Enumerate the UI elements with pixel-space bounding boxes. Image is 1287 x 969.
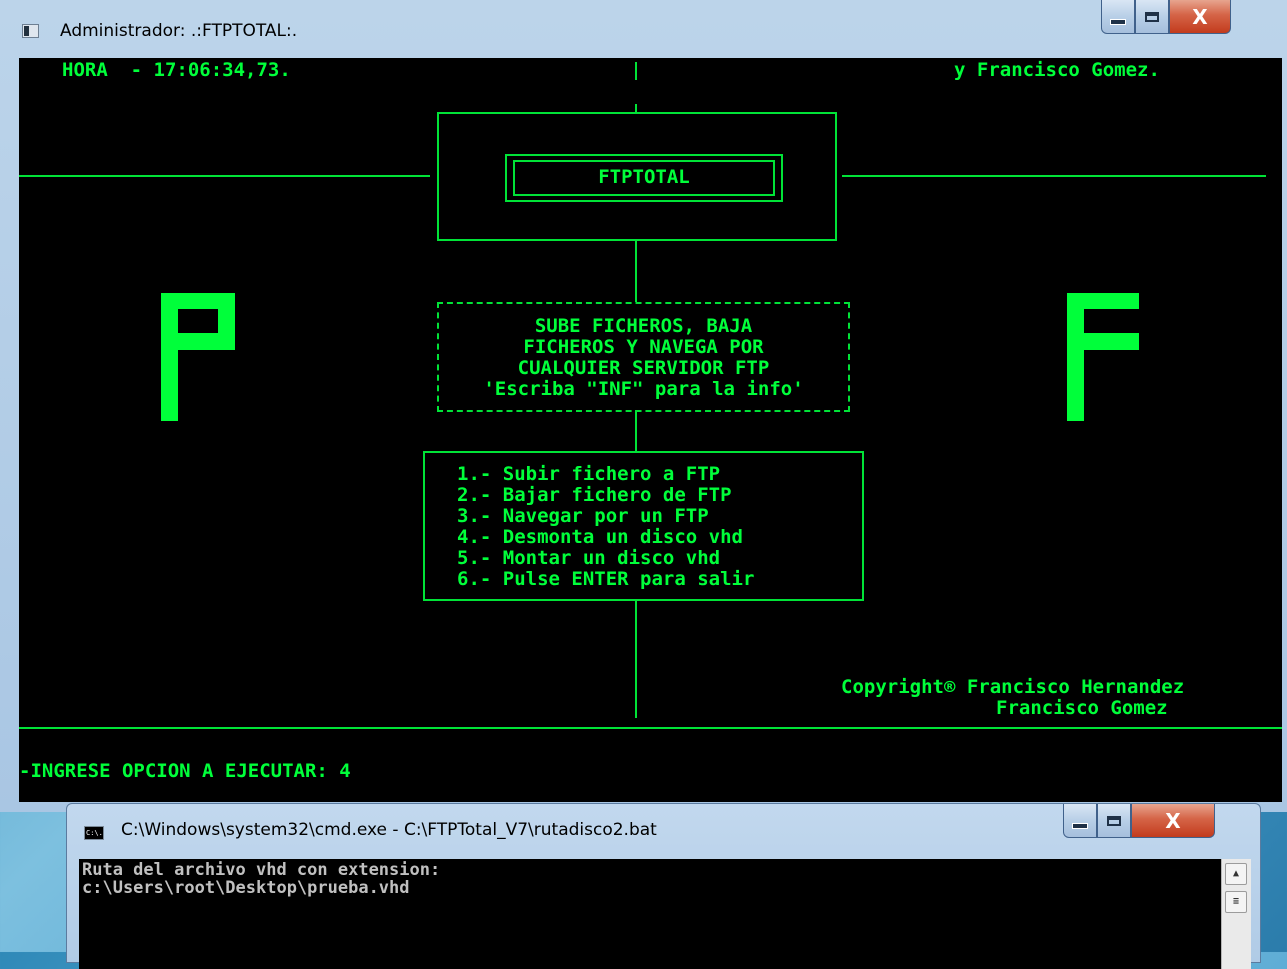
description-line: 'Escriba "INF" para la info' (483, 378, 804, 400)
cmd-window-title: C:\Windows\system32\cmd.exe - C:\FTPTota… (121, 820, 657, 840)
maximize-icon (1107, 815, 1121, 826)
maximize-icon (1145, 11, 1159, 22)
minimize-icon (1072, 822, 1088, 829)
main-window: Administrador: .:FTPTOTAL:. X HORA - 17:… (0, 0, 1287, 812)
divider-line (635, 600, 637, 718)
command-prompt[interactable]: -INGRESE OPCION A EJECUTAR: 4 (19, 761, 351, 782)
cmd-icon[interactable]: C:\. (84, 826, 104, 840)
divider-line (19, 727, 1282, 729)
letter-stroke (161, 293, 178, 421)
menu-item-4[interactable]: 4.- Desmonta un disco vhd (457, 527, 743, 548)
letter-stroke (1067, 333, 1139, 350)
banner-title: FTPTOTAL (598, 166, 690, 188)
copyright-line-2: Francisco Gomez (996, 697, 1168, 719)
scroll-thumb[interactable]: ≡ (1225, 891, 1247, 913)
description-line: SUBE FICHEROS, BAJA (534, 315, 753, 337)
minimize-icon (1110, 18, 1126, 25)
console-line: c:\Users\root\Desktop\prueba.vhd (82, 878, 410, 898)
main-titlebar[interactable]: Administrador: .:FTPTOTAL:. X (0, 0, 1287, 58)
console-window-icon[interactable] (22, 24, 39, 38)
clock-text: HORA - 17:06:34,73. (62, 59, 291, 81)
divider-line (635, 104, 637, 112)
close-icon: X (1192, 4, 1208, 29)
copyright-line-1: Copyright® Francisco Hernandez (841, 676, 1185, 698)
cmd-window: C:\. C:\Windows\system32\cmd.exe - C:\FT… (66, 803, 1261, 969)
scroll-up-button[interactable]: ▲ (1225, 863, 1247, 885)
close-button[interactable]: X (1131, 804, 1215, 838)
menu-item-2[interactable]: 2.- Bajar fichero de FTP (457, 485, 732, 506)
maximize-button[interactable] (1097, 804, 1131, 838)
minimize-button[interactable] (1063, 804, 1097, 838)
letter-stroke (161, 333, 235, 350)
description-line: CUALQUIER SERVIDOR FTP (517, 357, 770, 379)
main-window-title: Administrador: .:FTPTOTAL:. (60, 21, 298, 41)
letter-stroke (1067, 293, 1084, 421)
letter-stroke (1067, 293, 1139, 309)
divider-line (635, 240, 637, 302)
divider-line (635, 62, 637, 80)
close-button[interactable]: X (1169, 0, 1231, 34)
main-window-controls: X (1101, 0, 1231, 36)
close-icon: X (1165, 808, 1181, 833)
description-line: FICHEROS Y NAVEGA POR (523, 336, 764, 358)
menu-item-6[interactable]: 6.- Pulse ENTER para salir (457, 569, 754, 590)
cmd-window-controls: X (1063, 804, 1215, 840)
console-screen[interactable]: HORA - 17:06:34,73. y Francisco Gomez. F… (19, 58, 1282, 802)
minimize-button[interactable] (1101, 0, 1135, 34)
author-top-text: y Francisco Gomez. (954, 59, 1160, 81)
menu-item-5[interactable]: 5.- Montar un disco vhd (457, 548, 720, 569)
menu-item-3[interactable]: 3.- Navegar por un FTP (457, 506, 709, 527)
divider-line (635, 410, 637, 452)
maximize-button[interactable] (1135, 0, 1169, 34)
divider-line (19, 175, 430, 177)
menu-item-1[interactable]: 1.- Subir fichero a FTP (457, 464, 720, 485)
cmd-console[interactable]: Ruta del archivo vhd con extension: c:\U… (79, 859, 1251, 969)
vertical-scrollbar[interactable]: ▲ ≡ (1221, 859, 1251, 969)
console-line: Ruta del archivo vhd con extension: (82, 860, 441, 880)
divider-line (842, 175, 1266, 177)
